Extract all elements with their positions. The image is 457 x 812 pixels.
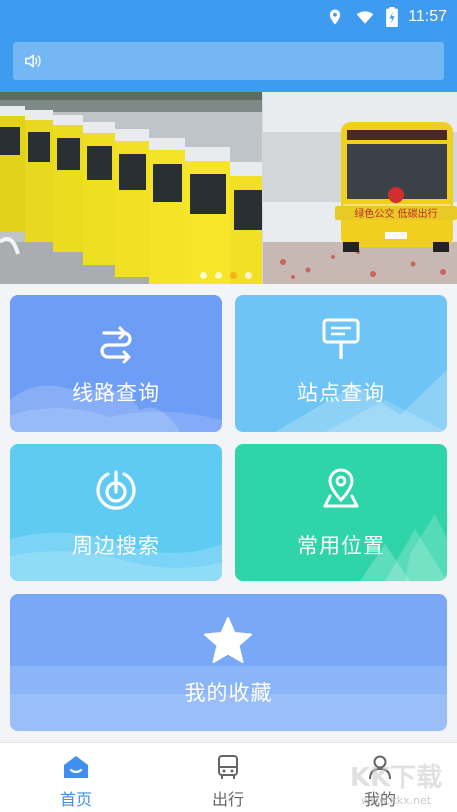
- stop-query-label: 站点查询: [297, 381, 385, 405]
- speaker-icon: [25, 54, 41, 68]
- nearby-search-label: 周边搜索: [72, 534, 160, 558]
- route-query-tile[interactable]: 线路查询: [10, 295, 222, 432]
- bus-icon: [218, 755, 238, 779]
- common-location-label: 常用位置: [297, 534, 385, 558]
- svg-text:绿色公交 低碳出行: 绿色公交 低碳出行: [354, 207, 437, 220]
- my-favorites-label: 我的收藏: [184, 681, 273, 705]
- clock: 11:57: [408, 8, 447, 25]
- nav-home-label: 首页: [59, 790, 92, 809]
- map-pin-icon: [323, 468, 359, 508]
- route-query-label: 线路查询: [72, 381, 160, 405]
- svg-text:www.kkx.net: www.kkx.net: [361, 794, 432, 807]
- tile-tree-decoration: [360, 514, 447, 581]
- bus-stop-icon: [322, 318, 360, 359]
- common-location-tile[interactable]: 常用位置: [235, 444, 447, 581]
- banner-image-green-bus: 绿色公交 低碳出行: [263, 92, 457, 284]
- svg-text:KK下载: KK下载: [350, 763, 442, 793]
- tile-mountain-decoration: [275, 370, 447, 432]
- carousel-indicators: [200, 272, 252, 279]
- nearby-search-tile[interactable]: 周边搜索: [10, 444, 222, 581]
- banner-carousel[interactable]: 绿色公交 低碳出行: [0, 92, 457, 284]
- notice-bar[interactable]: [13, 42, 444, 80]
- app-header: [0, 34, 457, 92]
- stop-query-tile[interactable]: 站点查询: [235, 295, 447, 432]
- my-favorites-tile[interactable]: 我的收藏: [10, 594, 447, 731]
- status-icons: 11:57: [326, 4, 447, 30]
- carousel-dot-active[interactable]: [230, 272, 237, 279]
- banner-image-bus-depot: [0, 92, 262, 284]
- status-bar: 11:57: [0, 0, 457, 34]
- star-icon: [204, 617, 252, 663]
- carousel-dot[interactable]: [200, 272, 207, 279]
- nav-travel[interactable]: 出行: [152, 743, 304, 812]
- carousel-dot[interactable]: [215, 272, 222, 279]
- nav-home[interactable]: 首页: [0, 743, 152, 812]
- location-icon: [329, 9, 341, 25]
- battery-charging-icon: [386, 7, 398, 27]
- carousel-dot[interactable]: [245, 272, 252, 279]
- home-icon: [64, 756, 88, 778]
- wifi-icon: [356, 11, 374, 24]
- tile-wave-decoration: [10, 532, 222, 581]
- kkx-watermark-logo: KK下载 www.kkx.net: [350, 763, 442, 807]
- route-icon: [100, 326, 132, 364]
- nav-travel-label: 出行: [211, 790, 244, 809]
- nearby-radar-icon: [96, 470, 136, 510]
